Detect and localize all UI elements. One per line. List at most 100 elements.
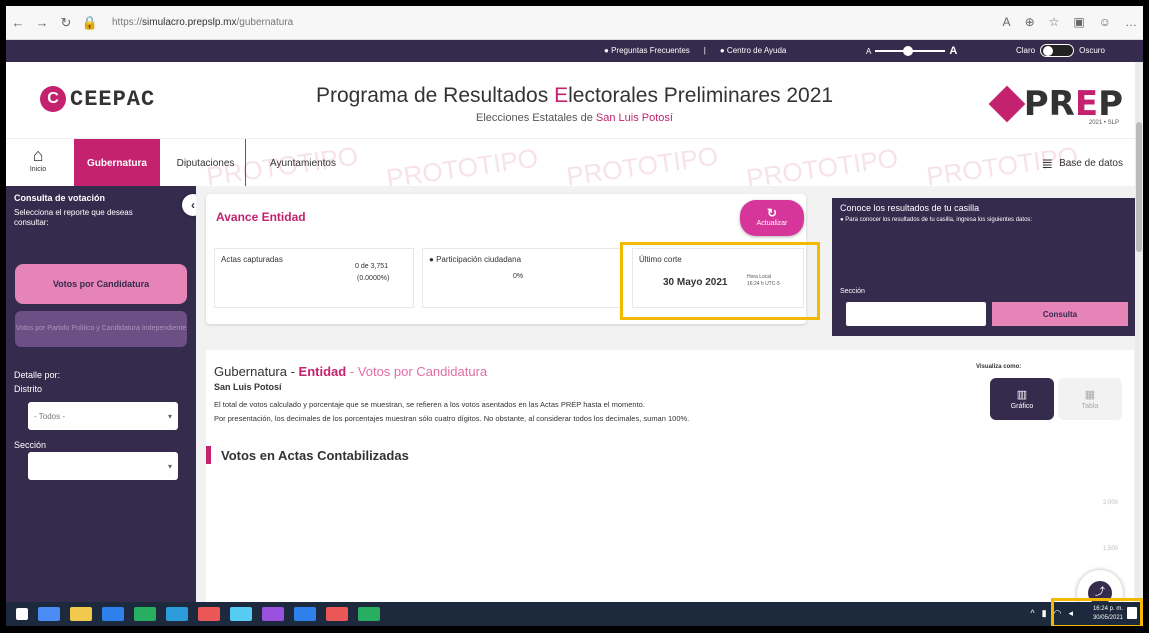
word-icon[interactable] bbox=[166, 607, 188, 621]
lock-icon: 🔒 bbox=[81, 14, 99, 30]
actas-value: 0 de 3,751 bbox=[355, 263, 389, 270]
spotify-icon[interactable] bbox=[358, 607, 380, 621]
casilla-panel: Conoce los resultados de tu casilla ● Pa… bbox=[832, 198, 1142, 336]
highlight-box bbox=[620, 242, 820, 320]
votes-by-party-button[interactable]: Votos por Partido Político y Candidatura… bbox=[15, 311, 187, 347]
tab-ayuntamientos[interactable]: Ayuntamientos bbox=[258, 139, 348, 187]
faq-link[interactable]: ● Preguntas Frecuentes bbox=[604, 46, 690, 55]
font-size-slider[interactable]: A A bbox=[866, 45, 957, 57]
extension-icon[interactable]: ⊕ bbox=[1025, 15, 1035, 29]
prep-logo-sub: 2021 • SLP bbox=[1088, 120, 1119, 126]
page-title: Programa de Resultados Electorales Preli… bbox=[315, 84, 834, 107]
font-large-label: A bbox=[949, 45, 958, 57]
site-header: C CEEPAC Programa de Resultados Electora… bbox=[6, 62, 1143, 138]
participacion-box: ● Participación ciudadana 0% bbox=[422, 248, 622, 308]
page-scrollbar[interactable] bbox=[1135, 62, 1143, 602]
forward-icon[interactable]: → bbox=[30, 15, 54, 30]
visualize-label: Visualiza como: bbox=[976, 364, 1022, 370]
detail-label: Detalle por: bbox=[14, 370, 61, 380]
refresh-icon: ↻ bbox=[766, 206, 778, 220]
avance-title: Avance Entidad bbox=[216, 210, 306, 224]
chevron-up-icon[interactable]: ^ bbox=[1030, 608, 1034, 619]
main-content: Avance Entidad ↻ Actualizar Actas captur… bbox=[196, 186, 1143, 602]
theme-toggle[interactable] bbox=[1040, 44, 1075, 57]
results-note-1: El total de votos calculado y porcentaje… bbox=[214, 400, 645, 409]
divider: | bbox=[703, 46, 706, 55]
seccion-select[interactable]: ▾ bbox=[28, 452, 178, 480]
screen: ← → ↻ 🔒 https://simulacro.prepslp.mx/gub… bbox=[6, 6, 1143, 626]
results-note-2: Por presentación, los decimales de los p… bbox=[214, 414, 690, 423]
actas-box: Actas capturadas 0 de 3,751 (0.0000%) bbox=[214, 248, 414, 308]
section-accent-bar bbox=[206, 446, 211, 464]
home-button[interactable]: ⌂ Inicio bbox=[18, 145, 58, 173]
view-table-button[interactable]: ▦ Tabla bbox=[1058, 378, 1122, 420]
prep-logo[interactable]: PREP bbox=[988, 84, 1123, 124]
sidebar: Consulta de votación Selecciona el repor… bbox=[6, 186, 204, 602]
theme-dark-label: Oscuro bbox=[1079, 46, 1105, 55]
address-bar[interactable]: https://simulacro.prepslp.mx/gubernatura bbox=[112, 17, 293, 28]
actas-pct: (0.0000%) bbox=[357, 275, 390, 282]
results-title: Gubernatura - Entidad - Votos por Candid… bbox=[214, 364, 488, 379]
page-subtitle: Elecciones Estatales de San Luis Potosí bbox=[476, 112, 673, 124]
watermark: PROTOTIPO bbox=[564, 140, 720, 192]
distrito-label: Distrito bbox=[14, 384, 43, 394]
more-icon[interactable]: … bbox=[1125, 15, 1137, 29]
reload-icon[interactable]: ↻ bbox=[54, 15, 78, 31]
sidebar-title: Consulta de votación bbox=[14, 193, 106, 203]
prep-diamond-icon bbox=[988, 85, 1026, 123]
casilla-title: Conoce los resultados de tu casilla bbox=[840, 203, 980, 213]
tab-diputaciones[interactable]: Diputaciones bbox=[166, 139, 246, 187]
chevron-down-icon: ▾ bbox=[167, 461, 172, 471]
results-card: Gubernatura - Entidad - Votos por Candid… bbox=[206, 350, 1134, 602]
home-icon: ⌂ bbox=[32, 145, 44, 165]
search-icon[interactable] bbox=[38, 607, 60, 621]
read-aloud-icon[interactable]: A bbox=[1003, 15, 1011, 29]
teams-icon[interactable] bbox=[262, 607, 284, 621]
acrobat-icon[interactable] bbox=[198, 607, 220, 621]
results-location: San Luis Potosí bbox=[214, 382, 282, 392]
casilla-seccion-label: Sección bbox=[840, 288, 865, 295]
help-icon: ● bbox=[840, 217, 844, 223]
sidebar-desc: Selecciona el reporte que deseas consult… bbox=[14, 208, 133, 228]
axis-tick: 2,000 bbox=[1102, 500, 1118, 506]
excel-icon[interactable] bbox=[134, 607, 156, 621]
windows-taskbar: ^ ▮ ◠ ◂ 16:24 p. m. 30/05/2021 bbox=[6, 598, 1143, 626]
refresh-button[interactable]: ↻ Actualizar bbox=[740, 200, 804, 236]
participacion-value: 0% bbox=[513, 273, 524, 280]
tab-gubernatura[interactable]: Gubernatura bbox=[74, 139, 160, 187]
file-explorer-icon[interactable] bbox=[70, 607, 92, 621]
main-nav: PROTOTIPO PROTOTIPO PROTOTIPO PROTOTIPO … bbox=[6, 138, 1143, 193]
edge-icon[interactable] bbox=[230, 607, 252, 621]
consulta-button[interactable]: Consulta bbox=[992, 302, 1128, 326]
help-link[interactable]: ● Centro de Ayuda bbox=[720, 46, 787, 55]
theme-light-label: Claro bbox=[1016, 46, 1036, 55]
table-icon: ▦ bbox=[1084, 389, 1096, 401]
distrito-select[interactable]: - Todos - ▾ bbox=[28, 402, 178, 430]
profile-icon[interactable]: ☺ bbox=[1099, 15, 1111, 29]
database-icon: ≣ bbox=[1041, 155, 1054, 171]
section-title: Votos en Actas Contabilizadas bbox=[206, 446, 409, 464]
slider-knob[interactable] bbox=[903, 46, 914, 56]
chrome-icon[interactable] bbox=[326, 607, 348, 621]
database-link[interactable]: ≣ Base de datos bbox=[1041, 155, 1123, 172]
font-small-label: A bbox=[866, 46, 872, 56]
browser-toolbar: ← → ↻ 🔒 https://simulacro.prepslp.mx/gub… bbox=[6, 6, 1143, 40]
highlight-box bbox=[1051, 598, 1143, 626]
outlook-icon[interactable] bbox=[294, 607, 316, 621]
votes-by-candidate-button[interactable]: Votos por Candidatura bbox=[15, 264, 187, 304]
favorite-icon[interactable]: ☆ bbox=[1049, 15, 1060, 29]
seccion-label: Sección bbox=[14, 440, 47, 450]
avance-card: Avance Entidad ↻ Actualizar Actas captur… bbox=[206, 194, 820, 324]
app-icon[interactable] bbox=[102, 607, 124, 621]
axis-tick: 1,500 bbox=[1102, 546, 1118, 552]
battery-icon[interactable]: ▮ bbox=[1042, 608, 1047, 619]
back-icon[interactable]: ← bbox=[6, 15, 30, 30]
chevron-down-icon: ▾ bbox=[167, 411, 172, 421]
view-chart-button[interactable]: ▥ Gráfico bbox=[990, 378, 1054, 420]
help-icon[interactable]: ● bbox=[429, 255, 434, 264]
start-icon[interactable] bbox=[16, 608, 28, 620]
chart-icon: ▥ bbox=[1016, 389, 1028, 401]
casilla-seccion-input[interactable] bbox=[846, 302, 986, 326]
collections-icon[interactable]: ▣ bbox=[1073, 15, 1084, 29]
casilla-desc: ● Para conocer los resultados de tu casi… bbox=[840, 217, 1033, 223]
